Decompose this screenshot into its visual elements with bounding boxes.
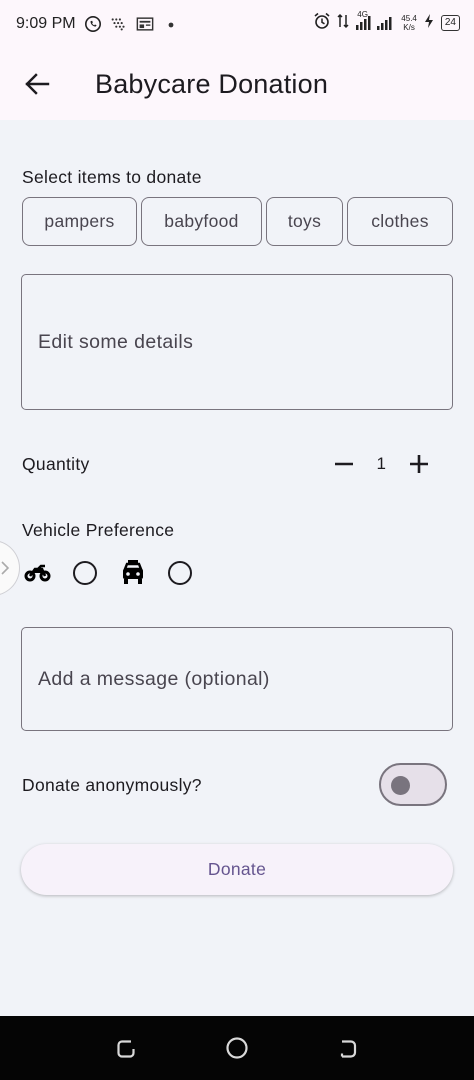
- app-bar: Babycare Donation: [0, 48, 474, 120]
- arrow-left-icon: [25, 73, 50, 95]
- back-button[interactable]: [13, 60, 61, 108]
- alarm-icon: [313, 12, 331, 33]
- status-time: 9:09 PM: [16, 15, 76, 32]
- decrement-button[interactable]: [329, 449, 359, 479]
- back-nav-button[interactable]: [328, 1028, 368, 1068]
- recents-icon: [117, 1040, 135, 1058]
- increment-button[interactable]: [404, 449, 434, 479]
- home-button[interactable]: [217, 1028, 257, 1068]
- back-nav-icon: [341, 1040, 357, 1058]
- chevron-right-icon: [1, 561, 10, 575]
- vehicle-options: [24, 559, 192, 587]
- side-panel-handle[interactable]: [0, 540, 20, 596]
- switch-knob: [391, 776, 410, 795]
- whatsapp-icon: [84, 15, 102, 33]
- news-icon: [136, 15, 154, 33]
- chip-clothes[interactable]: clothes: [347, 197, 453, 246]
- dot-icon: [162, 15, 180, 33]
- radio-car[interactable]: [168, 561, 192, 585]
- network-type: 4G: [357, 9, 368, 19]
- motorcycle-icon: [24, 561, 52, 585]
- signal-icon: 4G: [355, 10, 395, 32]
- details-field[interactable]: Edit some details: [21, 274, 453, 410]
- car-icon: [121, 559, 145, 587]
- chip-toys[interactable]: toys: [266, 197, 343, 246]
- minus-icon: [334, 462, 353, 466]
- items-label: Select items to donate: [22, 167, 202, 187]
- anonymous-label: Donate anonymously?: [22, 775, 202, 795]
- chip-pampers[interactable]: pampers: [22, 197, 137, 246]
- radio-motorcycle[interactable]: [73, 561, 97, 585]
- charging-icon: [423, 12, 435, 33]
- quantity-stepper: 1: [329, 449, 434, 479]
- net-speed-unit: K/s: [403, 22, 415, 32]
- item-chips: pampers babyfood toys clothes: [22, 197, 453, 246]
- battery-icon: 24: [440, 14, 460, 31]
- dots-icon: [110, 15, 128, 33]
- status-bar: 9:09 PM 4G 45.4 K/s 24: [0, 0, 474, 48]
- details-placeholder: Edit some details: [38, 330, 194, 353]
- system-nav-bar: [0, 1016, 474, 1080]
- vehicle-label: Vehicle Preference: [22, 520, 175, 540]
- anonymous-switch[interactable]: [379, 763, 447, 806]
- net-speed: 45.4 K/s: [401, 14, 417, 32]
- recents-button[interactable]: [106, 1028, 146, 1068]
- message-placeholder: Add a message (optional): [38, 667, 270, 690]
- quantity-value: 1: [376, 454, 386, 473]
- home-icon: [226, 1037, 248, 1059]
- page-title: Babycare Donation: [95, 68, 329, 99]
- donate-button[interactable]: Donate: [21, 844, 453, 895]
- battery-level: 24: [444, 16, 456, 28]
- net-speed-value: 45.4: [401, 13, 417, 23]
- quantity-label: Quantity: [22, 454, 90, 474]
- data-icon: [337, 12, 349, 33]
- message-field[interactable]: Add a message (optional): [21, 627, 453, 731]
- chip-babyfood[interactable]: babyfood: [141, 197, 262, 246]
- plus-icon: [410, 455, 428, 473]
